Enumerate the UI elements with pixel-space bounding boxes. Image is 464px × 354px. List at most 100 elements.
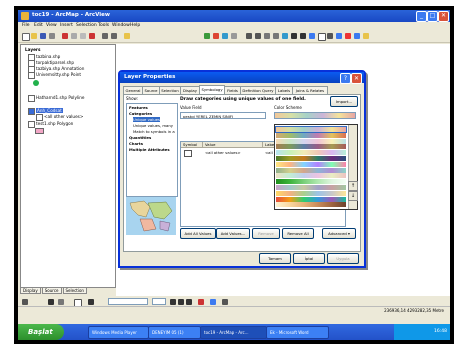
show-item[interactable]: Charts xyxy=(129,141,143,146)
rotate-icon[interactable] xyxy=(58,299,64,305)
fill-color-icon[interactable] xyxy=(210,299,216,305)
color-ramp-option[interactable] xyxy=(276,179,346,185)
select-features-icon[interactable] xyxy=(309,33,315,39)
command-line-icon[interactable] xyxy=(222,33,228,39)
show-item[interactable]: Unique values, many xyxy=(133,123,173,128)
color-ramp-option[interactable] xyxy=(276,156,346,161)
find-icon[interactable] xyxy=(336,33,342,39)
hyperlink-icon[interactable] xyxy=(354,33,360,39)
undo-icon[interactable] xyxy=(102,33,108,39)
column-symbol[interactable]: Symbol xyxy=(181,142,203,148)
toc-root-layers[interactable]: Layers xyxy=(25,47,41,52)
redo-icon[interactable] xyxy=(111,33,117,39)
cancel-button[interactable]: İptal xyxy=(293,253,325,264)
select-elements-icon[interactable] xyxy=(318,33,326,41)
ok-button[interactable]: Tamam xyxy=(259,253,291,264)
close-button[interactable]: ✕ xyxy=(438,11,449,22)
font-select[interactable] xyxy=(108,298,148,305)
line-color-icon[interactable] xyxy=(222,299,228,305)
taskbar-item[interactable]: Windows Media Player xyxy=(88,326,149,339)
font-size-select[interactable] xyxy=(152,298,166,305)
remove-all-button[interactable]: Remove All xyxy=(282,228,314,239)
tab-source[interactable]: Source xyxy=(41,287,62,294)
arctoolbox-icon[interactable] xyxy=(213,33,219,39)
menu-window[interactable]: Window xyxy=(112,23,130,28)
maximize-button[interactable]: □ xyxy=(427,11,438,22)
new-icon[interactable] xyxy=(22,33,30,41)
italic-icon[interactable] xyxy=(178,299,184,305)
cut-icon[interactable] xyxy=(62,33,68,39)
pencil-icon[interactable] xyxy=(363,33,369,39)
toc-layer[interactable]: tazbiya.shp Annotation xyxy=(36,66,84,71)
toc-layer[interactable]: tazbina.shp xyxy=(36,54,60,59)
toc-layer[interactable]: Hatharnd1.shp Polyline xyxy=(36,95,85,100)
menu-selection[interactable]: Selection xyxy=(76,23,97,28)
move-up-icon[interactable]: ↑ xyxy=(348,181,358,191)
tab-selection[interactable]: Selection xyxy=(159,86,181,94)
color-ramp-option[interactable] xyxy=(276,190,346,196)
save-icon[interactable] xyxy=(40,33,46,39)
color-ramp-option[interactable] xyxy=(276,132,346,138)
row-symbol[interactable] xyxy=(184,150,192,157)
taskbar-item[interactable]: Ek - Microsoft Word xyxy=(266,326,329,339)
tab-labels[interactable]: Labels xyxy=(275,86,293,94)
tab-display[interactable]: Display xyxy=(180,86,200,94)
show-item[interactable]: Multiple Attributes xyxy=(129,147,170,152)
minimize-button[interactable]: _ xyxy=(416,11,427,22)
pan-icon[interactable] xyxy=(273,33,279,39)
color-ramp-option[interactable] xyxy=(276,167,346,173)
color-scheme-dropdown[interactable] xyxy=(274,124,358,210)
tab-definition-query[interactable]: Definition Query xyxy=(240,86,276,94)
menu-insert[interactable]: Insert xyxy=(60,23,73,28)
color-ramp-option[interactable] xyxy=(276,150,346,156)
measure-icon[interactable] xyxy=(345,33,351,39)
toc-layer-selected[interactable]: Anh_Codsat xyxy=(36,108,63,113)
tab-joins-relates[interactable]: Joins & Relates xyxy=(292,86,328,94)
underline-icon[interactable] xyxy=(186,299,192,305)
identify-icon[interactable] xyxy=(327,33,333,39)
color-ramp-option[interactable] xyxy=(276,185,346,190)
taskbar-item[interactable]: DENEYIM 05 (1) xyxy=(148,326,201,339)
color-ramp-option[interactable] xyxy=(276,173,346,179)
toc-layer[interactable]: Univemsitty.shp Point xyxy=(36,72,81,77)
tab-source[interactable]: Source xyxy=(142,86,160,94)
tab-display[interactable]: Display xyxy=(20,287,41,294)
tab-fields[interactable]: Fields xyxy=(224,86,241,94)
move-down-icon[interactable]: ↓ xyxy=(348,191,358,201)
back-extent-icon[interactable] xyxy=(291,33,297,39)
forward-extent-icon[interactable] xyxy=(300,33,306,39)
fixed-zoom-icon[interactable] xyxy=(264,33,270,39)
full-extent-icon[interactable] xyxy=(282,33,288,39)
advanced-button[interactable]: Advanced ▾ xyxy=(322,228,356,239)
add-values-button[interactable]: Add Values... xyxy=(216,228,250,239)
color-ramp-option[interactable] xyxy=(276,202,346,208)
remove-button[interactable]: Remove xyxy=(252,228,280,239)
menu-edit[interactable]: Edit xyxy=(34,23,43,28)
color-ramp-option[interactable] xyxy=(276,161,346,167)
catalog-icon[interactable] xyxy=(231,33,237,39)
add-all-values-button[interactable]: Add All Values xyxy=(180,228,216,239)
delete-icon[interactable] xyxy=(89,33,95,39)
show-item-selected[interactable]: Unique values xyxy=(133,117,160,122)
start-button[interactable]: Başlat xyxy=(18,324,64,340)
text-icon[interactable] xyxy=(88,299,94,305)
color-scheme-select[interactable] xyxy=(274,112,356,119)
tab-general[interactable]: General xyxy=(123,86,143,94)
bold-icon[interactable] xyxy=(170,299,176,305)
editor-icon[interactable] xyxy=(204,33,210,39)
color-ramp-option[interactable] xyxy=(276,196,346,202)
dialog-close-button[interactable]: ✕ xyxy=(351,73,362,84)
show-item[interactable]: Quantities xyxy=(129,135,151,140)
show-item[interactable]: Match to symbols in a xyxy=(133,129,175,134)
toc-layer[interactable]: test1.shp Polygon xyxy=(36,121,73,126)
tab-selection[interactable]: Selection xyxy=(62,287,87,294)
clock[interactable]: 16:48 xyxy=(434,329,447,334)
zoom-out-icon[interactable] xyxy=(255,33,261,39)
color-ramp-option[interactable] xyxy=(276,138,346,144)
taskbar-item-active[interactable]: toc19 - ArcMap - Arc... xyxy=(200,326,267,339)
menu-view[interactable]: View xyxy=(46,23,57,28)
show-item[interactable]: Features xyxy=(129,105,148,110)
color-ramp-option[interactable] xyxy=(275,126,347,133)
drawing-menu-icon[interactable] xyxy=(22,299,28,305)
tab-symbology[interactable]: Symbology xyxy=(199,85,225,94)
